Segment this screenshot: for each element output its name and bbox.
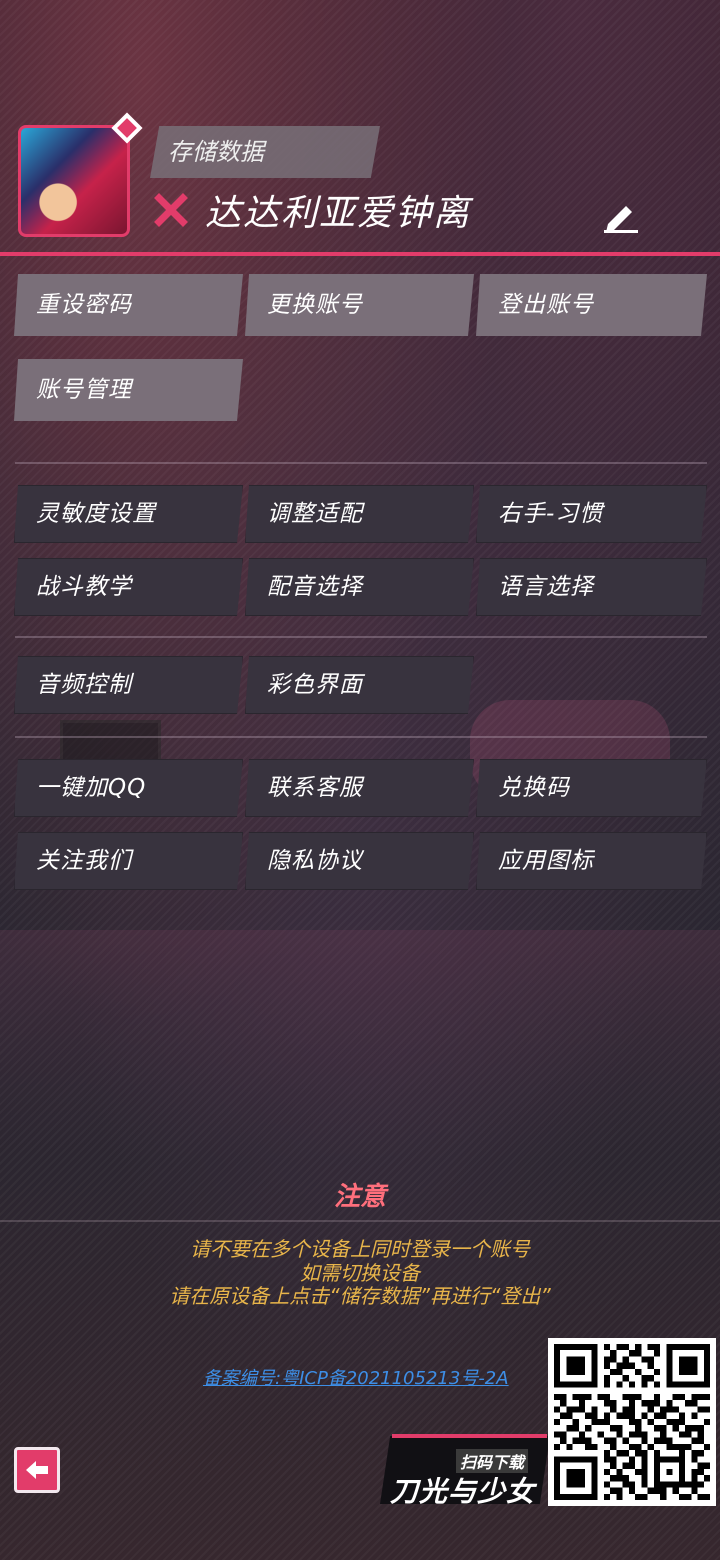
voice-selection-button[interactable]: 配音选择 — [245, 558, 474, 616]
header-divider — [0, 252, 720, 256]
notice-line-2: 如需切换设备 — [300, 1261, 420, 1285]
follow-us-button[interactable]: 关注我们 — [14, 832, 243, 890]
sensitivity-settings-button[interactable]: 灵敏度设置 — [14, 485, 243, 543]
save-data-button[interactable]: 存储数据 — [150, 126, 380, 178]
contact-support-button[interactable]: 联系客服 — [245, 759, 474, 817]
avatar[interactable] — [18, 125, 130, 237]
app-icon-button[interactable]: 应用图标 — [476, 832, 707, 890]
back-button[interactable] — [14, 1447, 60, 1493]
notice-divider — [0, 1220, 720, 1222]
join-qq-button[interactable]: 一键加QQ — [14, 759, 243, 817]
audio-control-button[interactable]: 音频控制 — [14, 656, 243, 714]
back-arrow-icon — [26, 1461, 48, 1479]
notice-title: 注意 — [333, 1182, 386, 1212]
qr-code[interactable] — [548, 1338, 716, 1506]
notice-line-1: 请不要在多个设备上同时登录一个账号 — [190, 1237, 530, 1261]
x-icon — [154, 193, 188, 227]
redeem-code-button[interactable]: 兑换码 — [476, 759, 707, 817]
logout-button[interactable]: 登出账号 — [476, 274, 707, 336]
section-divider — [15, 462, 707, 464]
language-selection-button[interactable]: 语言选择 — [476, 558, 707, 616]
reset-password-button[interactable]: 重设密码 — [14, 274, 243, 336]
adjust-fit-button[interactable]: 调整适配 — [245, 485, 474, 543]
notice-line-3: 请在原设备上点击“储存数据”再进行“登出” — [169, 1284, 551, 1308]
section-divider — [15, 636, 707, 638]
icp-record-link[interactable]: 备案编号:粤ICP备2021105213号-2A — [203, 1364, 509, 1390]
combat-tutorial-button[interactable]: 战斗教学 — [14, 558, 243, 616]
section-divider — [15, 736, 707, 738]
color-ui-button[interactable]: 彩色界面 — [245, 656, 474, 714]
switch-account-button[interactable]: 更换账号 — [245, 274, 474, 336]
background-decoration — [0, 930, 720, 1160]
game-title-logo: 刀光与少女 — [390, 1475, 536, 1508]
download-banner-accent — [392, 1434, 547, 1438]
player-name: 达达利亚爱钟离 — [205, 193, 472, 234]
hand-preference-button[interactable]: 右手-习惯 — [476, 485, 707, 543]
account-management-button[interactable]: 账号管理 — [14, 359, 243, 421]
qr-code-pattern — [554, 1344, 710, 1500]
privacy-policy-button[interactable]: 隐私协议 — [245, 832, 474, 890]
edit-icon[interactable] — [600, 198, 640, 234]
